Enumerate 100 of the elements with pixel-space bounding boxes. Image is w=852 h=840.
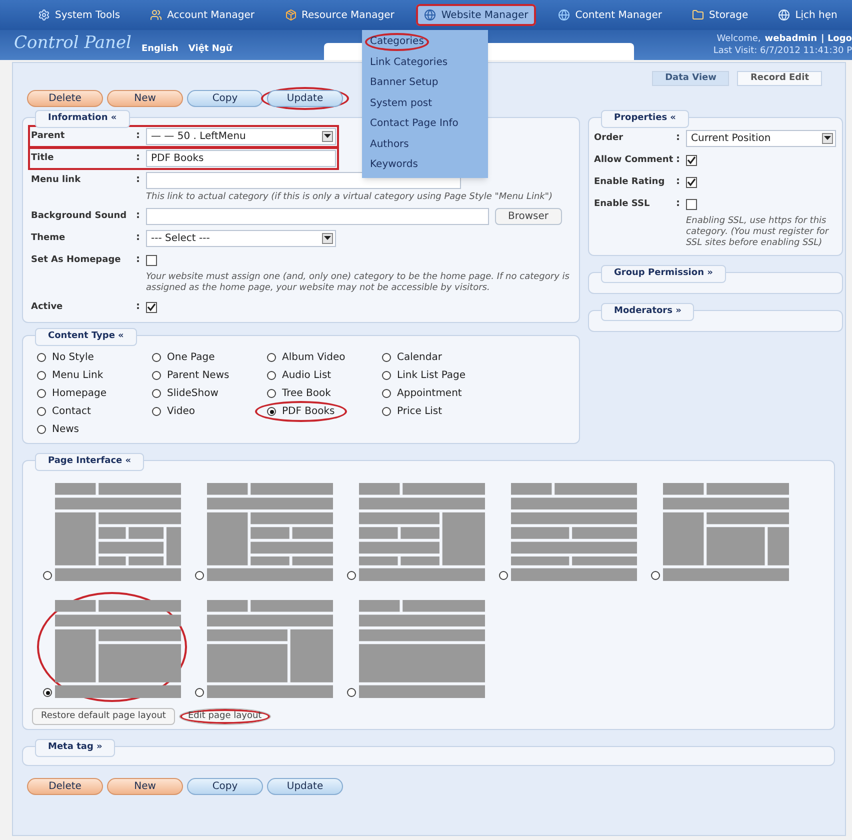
checkbox[interactable]: [146, 255, 157, 266]
dropdown-select[interactable]: Current Position: [686, 130, 836, 147]
radio-option[interactable]: Price List: [382, 404, 442, 419]
checkbox[interactable]: [686, 177, 697, 188]
checkbox[interactable]: [146, 302, 157, 313]
radio-option[interactable]: Appointment: [382, 386, 462, 401]
radio-button[interactable]: [152, 371, 161, 380]
radio-button[interactable]: [651, 571, 660, 580]
nav-label: Website Manager: [441, 8, 528, 22]
radio-button[interactable]: [37, 389, 46, 398]
section-legend[interactable]: Moderators »: [601, 303, 694, 320]
radio-label: Price List: [397, 405, 442, 419]
action-button[interactable]: Copy: [187, 90, 263, 107]
checkbox[interactable]: [686, 199, 697, 210]
action-button[interactable]: Copy: [187, 778, 263, 795]
radio-option[interactable]: News: [37, 422, 80, 437]
radio-label: Appointment: [397, 387, 462, 401]
radio-option[interactable]: SlideShow: [152, 386, 218, 401]
radio-button[interactable]: [267, 407, 276, 416]
action-button[interactable]: New: [107, 778, 183, 795]
action-button[interactable]: Update: [267, 778, 343, 795]
radio-button[interactable]: [195, 571, 204, 580]
radio-button[interactable]: [382, 353, 391, 362]
dropdown-select[interactable]: --- Select ---: [146, 230, 336, 247]
radio-option[interactable]: Album Video: [267, 350, 346, 365]
radio-button[interactable]: [43, 571, 52, 580]
view-tab[interactable]: Data View: [652, 71, 730, 86]
browse-button[interactable]: Browser: [495, 208, 562, 225]
highlighted-layout-option[interactable]: [37, 592, 187, 702]
section-legend[interactable]: Properties «: [601, 110, 689, 128]
radio-option[interactable]: Video: [152, 404, 196, 419]
radio-button[interactable]: [267, 389, 276, 398]
radio-button[interactable]: [267, 353, 276, 362]
dropdown-item[interactable]: Categories: [365, 33, 429, 52]
radio-option[interactable]: Menu Link: [37, 368, 104, 383]
text-field[interactable]: [146, 208, 489, 225]
radio-button[interactable]: [382, 389, 391, 398]
nav-menu-item[interactable]: Lịch hẹn: [770, 4, 846, 26]
field-separator: :: [136, 209, 141, 223]
radio-button[interactable]: [37, 425, 46, 434]
dropdown-select[interactable]: — — 50 . LeftMenu: [146, 128, 336, 145]
radio-button[interactable]: [37, 353, 46, 362]
field-label: Allow Comment: [594, 154, 674, 167]
section-legend[interactable]: Information «: [35, 110, 130, 128]
action-button[interactable]: New: [107, 90, 183, 107]
action-button[interactable]: Update: [267, 90, 343, 107]
box-icon: [284, 9, 296, 21]
section-legend[interactable]: Group Permission »: [601, 265, 726, 282]
radio-option[interactable]: Contact: [37, 404, 91, 419]
radio-option[interactable]: Audio List: [267, 368, 332, 383]
radio-button[interactable]: [37, 371, 46, 380]
highlighted-radio-option[interactable]: PDF Books: [255, 401, 347, 422]
section-legend[interactable]: Content Type «: [35, 328, 137, 346]
radio-option[interactable]: Homepage: [37, 386, 107, 401]
radio-button[interactable]: [499, 571, 508, 580]
select-value: Current Position: [691, 132, 771, 146]
nav-label: Account Manager: [167, 8, 254, 22]
dropdown-item[interactable]: Authors: [365, 136, 414, 154]
radio-button[interactable]: [152, 353, 161, 362]
layout-button[interactable]: Edit page layout: [178, 708, 271, 725]
radio-label: Link List Page: [397, 369, 466, 383]
nav-menu-item[interactable]: Resource Manager: [276, 4, 402, 26]
radio-option[interactable]: No Style: [37, 350, 94, 365]
radio-button[interactable]: [347, 688, 356, 697]
radio-button[interactable]: [195, 688, 204, 697]
logo-text: Control Panel: [14, 35, 132, 52]
view-tab[interactable]: Record Edit: [737, 71, 822, 86]
radio-button[interactable]: [267, 371, 276, 380]
radio-button[interactable]: [382, 407, 391, 416]
radio-button[interactable]: [152, 389, 161, 398]
section-legend[interactable]: Page Interface «: [35, 453, 144, 470]
radio-button[interactable]: [382, 371, 391, 380]
dropdown-item[interactable]: System post: [365, 94, 438, 113]
radio-option[interactable]: Parent News: [152, 368, 230, 383]
radio-option[interactable]: Tree Book: [267, 386, 331, 401]
radio-option[interactable]: Calendar: [382, 350, 442, 365]
action-button[interactable]: Delete: [27, 90, 103, 107]
dropdown-item[interactable]: Banner Setup: [365, 74, 444, 92]
text-field[interactable]: PDF Books: [146, 150, 336, 167]
radio-button[interactable]: [152, 407, 161, 416]
logout-link[interactable]: | Logo: [821, 33, 852, 45]
radio-option[interactable]: One Page: [152, 350, 215, 365]
nav-menu-item[interactable]: Account Manager: [142, 4, 262, 26]
radio-button[interactable]: [347, 571, 356, 580]
dropdown-item[interactable]: Keywords: [365, 156, 423, 174]
dropdown-item[interactable]: Link Categories: [365, 54, 453, 72]
action-button[interactable]: Delete: [27, 778, 103, 795]
radio-button[interactable]: [43, 688, 52, 697]
language-link[interactable]: English: [141, 42, 178, 56]
nav-menu-item[interactable]: System Tools: [30, 4, 128, 26]
nav-menu-item[interactable]: Website Manager: [416, 4, 536, 26]
layout-button[interactable]: Restore default page layout: [32, 708, 175, 725]
radio-button[interactable]: [37, 407, 46, 416]
section-legend[interactable]: Meta tag »: [35, 739, 116, 756]
nav-menu-item[interactable]: Content Manager: [550, 4, 670, 26]
language-link[interactable]: Việt Ngữ: [188, 42, 232, 56]
radio-option[interactable]: Link List Page: [382, 368, 466, 383]
nav-menu-item[interactable]: Storage: [684, 4, 756, 26]
dropdown-item[interactable]: Contact Page Info: [365, 115, 464, 134]
checkbox[interactable]: [686, 155, 697, 166]
